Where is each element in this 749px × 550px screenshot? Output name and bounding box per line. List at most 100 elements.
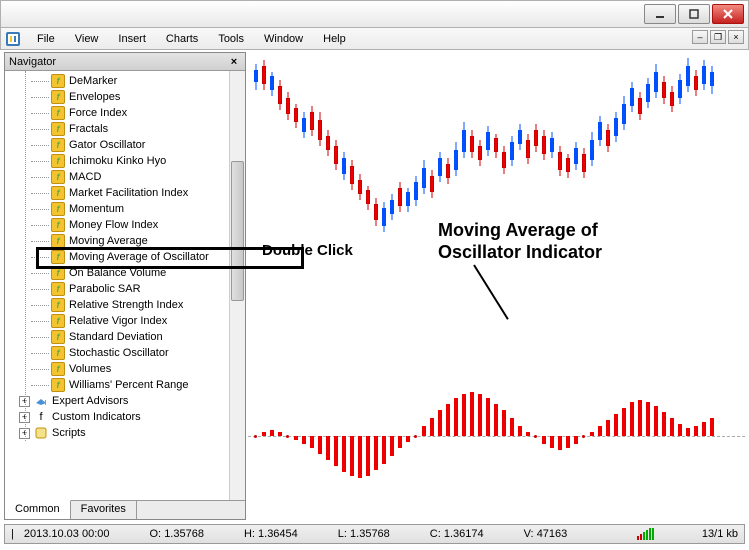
- indicator-label: Money Flow Index: [69, 219, 158, 231]
- fx-icon: f: [51, 362, 65, 376]
- indicator-item[interactable]: f Williams' Percent Range: [11, 377, 245, 393]
- status-connection: 13/1 kb: [702, 528, 738, 540]
- fx-icon: f: [51, 202, 65, 216]
- indicator-label: Relative Vigor Index: [69, 315, 167, 327]
- indicator-item[interactable]: f Money Flow Index: [11, 217, 245, 233]
- fx-icon: f: [51, 282, 65, 296]
- oscillator-midline: [248, 436, 745, 437]
- window-close-button[interactable]: [712, 4, 744, 24]
- status-volume: V: 47163: [524, 528, 568, 540]
- fx-icon: f: [51, 122, 65, 136]
- app-icon: [5, 31, 21, 47]
- menu-tools[interactable]: Tools: [208, 30, 254, 48]
- indicator-label: Ichimoku Kinko Hyo: [69, 155, 166, 167]
- indicator-label: Envelopes: [69, 91, 120, 103]
- indicator-label: Volumes: [69, 363, 111, 375]
- menu-bar: File View Insert Charts Tools Window Hel…: [0, 28, 749, 50]
- fx-icon: f: [51, 378, 65, 392]
- indicator-label: Relative Strength Index: [69, 299, 183, 311]
- status-close: C: 1.36174: [430, 528, 484, 540]
- indicator-label: Fractals: [69, 123, 108, 135]
- window-minimize-button[interactable]: [644, 4, 676, 24]
- indicator-label: Force Index: [69, 107, 127, 119]
- indicator-item[interactable]: fMoving Average: [11, 233, 245, 249]
- fx-icon: f: [51, 266, 65, 280]
- tree-group[interactable]: +Expert Advisors: [11, 393, 245, 409]
- fx-icon: f: [51, 90, 65, 104]
- navigator-titlebar: Navigator ×: [5, 53, 245, 71]
- fx-icon: f: [51, 138, 65, 152]
- group-label: Custom Indicators: [52, 411, 141, 423]
- annotation-indicator-name-l2: Oscillator Indicator: [438, 242, 602, 263]
- indicator-label: Gator Oscillator: [69, 139, 145, 151]
- fx-icon: f: [51, 154, 65, 168]
- annotation-indicator-name-l1: Moving Average of: [438, 220, 598, 241]
- indicator-item[interactable]: f Ichimoku Kinko Hyo: [11, 153, 245, 169]
- indicator-item[interactable]: f Volumes: [11, 361, 245, 377]
- navigator-tab-favorites[interactable]: Favorites: [71, 501, 137, 519]
- indicator-item[interactable]: fMoving Average of Oscillator: [11, 249, 245, 265]
- scroll-icon: [34, 426, 48, 440]
- indicator-item[interactable]: f MACD: [11, 169, 245, 185]
- navigator-tab-common[interactable]: Common: [5, 500, 71, 519]
- status-datetime: 2013.10.03 00:00: [24, 528, 110, 540]
- indicator-item[interactable]: f DeMarker: [11, 73, 245, 89]
- menu-help[interactable]: Help: [313, 30, 356, 48]
- indicator-item[interactable]: fStandard Deviation: [11, 329, 245, 345]
- indicator-item[interactable]: f Force Index: [11, 105, 245, 121]
- mdi-minimize-button[interactable]: –: [692, 30, 708, 44]
- navigator-panel: Navigator × f DeMarker f Envelopes f Force In…: [4, 52, 246, 520]
- status-high: H: 1.36454: [244, 528, 298, 540]
- indicator-item[interactable]: f Stochastic Oscillator: [11, 345, 245, 361]
- navigator-title: Navigator: [9, 56, 56, 68]
- indicator-item[interactable]: f Gator Oscillator: [11, 137, 245, 153]
- indicator-label: Moving Average of Oscillator: [69, 251, 209, 263]
- status-bar: | 2013.10.03 00:00 O: 1.35768 H: 1.36454…: [4, 524, 745, 544]
- indicator-item[interactable]: f Relative Strength Index: [11, 297, 245, 313]
- indicator-item[interactable]: fMomentum: [11, 201, 245, 217]
- fx-icon: f: [51, 170, 65, 184]
- chart-area[interactable]: Double Click Moving Average of Oscillato…: [248, 52, 745, 520]
- fx-icon: f: [51, 74, 65, 88]
- indicator-item[interactable]: fOn Balance Volume: [11, 265, 245, 281]
- indicator-label: Parabolic SAR: [69, 283, 141, 295]
- fx-icon: f: [51, 346, 65, 360]
- indicator-item[interactable]: f Envelopes: [11, 89, 245, 105]
- menu-window[interactable]: Window: [254, 30, 313, 48]
- tree-group[interactable]: +Scripts: [11, 425, 245, 441]
- indicator-label: DeMarker: [69, 75, 117, 87]
- indicator-label: Williams' Percent Range: [69, 379, 188, 391]
- menu-file[interactable]: File: [27, 30, 65, 48]
- indicator-label: MACD: [69, 171, 101, 183]
- status-open: O: 1.35768: [150, 528, 204, 540]
- hat-icon: [34, 394, 48, 408]
- navigator-tree[interactable]: f DeMarker f Envelopes f Force Index f Fractals…: [5, 71, 245, 501]
- navigator-close-button[interactable]: ×: [227, 55, 241, 69]
- oscillator-chart[interactable]: [248, 386, 745, 506]
- window-maximize-button[interactable]: [678, 4, 710, 24]
- indicator-label: Stochastic Oscillator: [69, 347, 169, 359]
- fx-icon: f: [51, 106, 65, 120]
- group-label: Expert Advisors: [52, 395, 128, 407]
- fx-icon: f: [51, 186, 65, 200]
- menu-charts[interactable]: Charts: [156, 30, 208, 48]
- indicator-item[interactable]: f Parabolic SAR: [11, 281, 245, 297]
- indicator-item[interactable]: f Market Facilitation Index: [11, 185, 245, 201]
- menu-insert[interactable]: Insert: [108, 30, 156, 48]
- group-label: Scripts: [52, 427, 86, 439]
- candlestick-chart[interactable]: [248, 52, 745, 382]
- indicator-label: Moving Average: [69, 235, 148, 247]
- mdi-close-button[interactable]: ×: [728, 30, 744, 44]
- connection-indicator-icon: [637, 528, 654, 540]
- menu-view[interactable]: View: [65, 30, 109, 48]
- fx-icon: f: [51, 314, 65, 328]
- indicator-item[interactable]: f Relative Vigor Index: [11, 313, 245, 329]
- indicator-item[interactable]: f Fractals: [11, 121, 245, 137]
- fx-icon: f: [51, 298, 65, 312]
- fx-icon: f: [34, 410, 48, 424]
- mdi-restore-button[interactable]: ❐: [710, 30, 726, 44]
- indicator-label: Market Facilitation Index: [69, 187, 188, 199]
- fx-icon: f: [51, 330, 65, 344]
- tree-group[interactable]: +fCustom Indicators: [11, 409, 245, 425]
- fx-icon: f: [51, 218, 65, 232]
